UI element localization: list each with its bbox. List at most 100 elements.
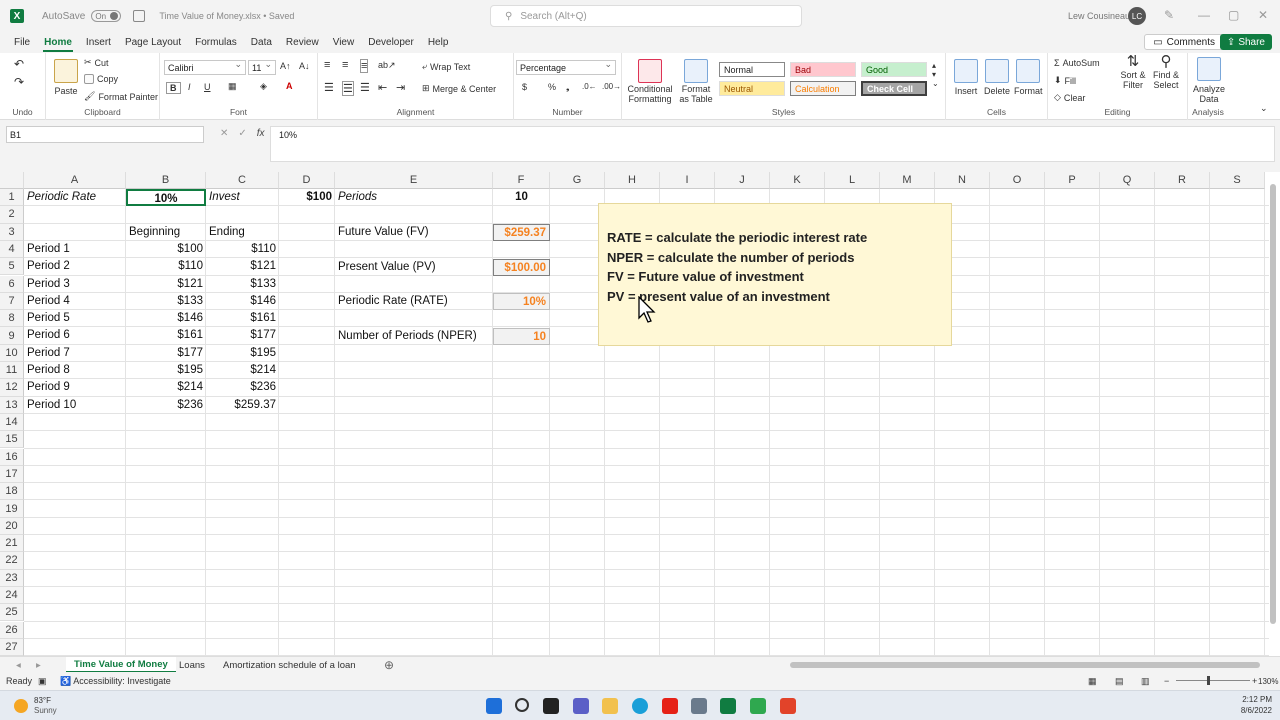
style-good[interactable]: Good bbox=[861, 62, 927, 77]
maximize-icon[interactable]: ▢ bbox=[1228, 8, 1239, 22]
number-format-select[interactable]: Percentage bbox=[516, 59, 616, 75]
select-all-corner[interactable] bbox=[0, 172, 24, 189]
windows-start-icon[interactable] bbox=[486, 698, 502, 714]
period-label[interactable]: Period 10 bbox=[24, 397, 126, 414]
period-beginning[interactable]: $146 bbox=[126, 310, 206, 327]
row-header-8[interactable]: 8 bbox=[0, 310, 24, 328]
page-break-view-icon[interactable]: ▥ bbox=[1141, 676, 1150, 687]
column-header-r[interactable]: R bbox=[1155, 172, 1210, 189]
fill-color-icon[interactable]: ◈ bbox=[260, 81, 267, 92]
vertical-scrollbar[interactable] bbox=[1270, 184, 1276, 624]
style-check-cell[interactable]: Check Cell bbox=[861, 81, 927, 96]
align-bottom-icon[interactable]: ≡ bbox=[360, 59, 369, 73]
align-right-icon[interactable]: ☰ bbox=[360, 81, 370, 94]
cell-nper-label[interactable]: Number of Periods (NPER) bbox=[335, 328, 493, 345]
column-header-e[interactable]: E bbox=[335, 172, 493, 189]
period-ending[interactable]: $133 bbox=[206, 276, 279, 293]
youtube-icon[interactable] bbox=[662, 698, 678, 714]
column-header-g[interactable]: G bbox=[550, 172, 605, 189]
prev-sheet-icon[interactable]: ◂ bbox=[8, 657, 29, 673]
add-sheet-icon[interactable]: ⊕ bbox=[376, 657, 402, 673]
italic-button[interactable]: I bbox=[188, 82, 191, 92]
cell-f1[interactable]: 10 bbox=[493, 189, 550, 206]
autosave-toggle[interactable]: On bbox=[91, 10, 122, 22]
tab-home[interactable]: Home bbox=[37, 32, 79, 52]
share-button[interactable]: ⇪ Share bbox=[1219, 34, 1272, 50]
row-header-16[interactable]: 16 bbox=[0, 448, 24, 466]
period-beginning[interactable]: $177 bbox=[126, 345, 206, 362]
sort-filter-button[interactable]: ⇅ Sort & Filter bbox=[1118, 54, 1148, 90]
cut-button[interactable]: ✂ Cut bbox=[84, 57, 109, 68]
row-header-11[interactable]: 11 bbox=[0, 362, 24, 380]
edge-icon[interactable] bbox=[632, 698, 648, 714]
name-box[interactable]: B1 bbox=[6, 126, 204, 143]
increase-indent-icon[interactable]: ⇥ bbox=[396, 81, 405, 94]
row-header-1[interactable]: 1 bbox=[0, 189, 24, 207]
comments-button[interactable]: ▭ Comments bbox=[1144, 34, 1224, 50]
normal-view-icon[interactable]: ▦ bbox=[1088, 676, 1097, 687]
underline-button[interactable]: U bbox=[204, 82, 211, 92]
fx-icon[interactable]: fx bbox=[257, 128, 265, 139]
camtasia-icon[interactable] bbox=[750, 698, 766, 714]
cell-c1[interactable]: Invest bbox=[206, 189, 279, 206]
tab-review[interactable]: Review bbox=[279, 32, 326, 52]
row-header-4[interactable]: 4 bbox=[0, 240, 24, 259]
pen-icon[interactable]: ✎ bbox=[1164, 8, 1174, 22]
style-normal[interactable]: Normal bbox=[719, 62, 785, 77]
column-header-a[interactable]: A bbox=[24, 172, 126, 189]
column-header-f[interactable]: F bbox=[493, 172, 550, 189]
style-neutral[interactable]: Neutral bbox=[719, 81, 785, 96]
row-header-21[interactable]: 21 bbox=[0, 535, 24, 553]
cell-rate-value[interactable]: 10% bbox=[493, 293, 550, 310]
cell-c3[interactable]: Ending bbox=[206, 224, 279, 241]
row-header-19[interactable]: 19 bbox=[0, 500, 24, 518]
clock-time[interactable]: 2:12 PM bbox=[1236, 695, 1272, 704]
row-header-18[interactable]: 18 bbox=[0, 483, 24, 501]
page-layout-view-icon[interactable]: ▤ bbox=[1115, 676, 1124, 687]
bold-button[interactable]: B bbox=[166, 82, 181, 94]
task-view-icon[interactable] bbox=[543, 698, 559, 714]
period-beginning[interactable]: $195 bbox=[126, 362, 206, 379]
row-header-25[interactable]: 25 bbox=[0, 604, 24, 622]
tab-insert[interactable]: Insert bbox=[79, 32, 118, 52]
tab-help[interactable]: Help bbox=[421, 32, 456, 52]
undo-icon[interactable]: ↶ bbox=[14, 57, 24, 71]
row-header-14[interactable]: 14 bbox=[0, 413, 24, 432]
enter-icon[interactable]: ✓ bbox=[238, 128, 246, 139]
merge-center-button[interactable]: ⊞ Merge & Center bbox=[422, 83, 496, 94]
period-beginning[interactable]: $214 bbox=[126, 379, 206, 396]
sheet-tab-time-value[interactable]: Time Value of Money bbox=[66, 657, 176, 673]
percent-icon[interactable]: % bbox=[548, 82, 556, 92]
period-ending[interactable]: $121 bbox=[206, 258, 279, 275]
recorder-icon[interactable] bbox=[780, 698, 796, 714]
period-label[interactable]: Period 5 bbox=[24, 310, 126, 327]
copy-button[interactable]: Copy bbox=[84, 74, 118, 84]
row-header-13[interactable]: 13 bbox=[0, 396, 24, 414]
align-left-icon[interactable]: ☰ bbox=[324, 81, 334, 94]
format-as-table-button[interactable]: Format as Table bbox=[676, 59, 716, 104]
shrink-font-icon[interactable]: A↓ bbox=[299, 61, 310, 71]
tab-data[interactable]: Data bbox=[244, 32, 279, 52]
tab-view[interactable]: View bbox=[326, 32, 362, 52]
column-header-q[interactable]: Q bbox=[1100, 172, 1155, 189]
period-beginning[interactable]: $100 bbox=[126, 241, 206, 258]
cell-nper-value[interactable]: 10 bbox=[493, 328, 550, 345]
zoom-slider[interactable] bbox=[1176, 680, 1250, 681]
row-header-7[interactable]: 7 bbox=[0, 292, 24, 311]
cell-a1[interactable]: Periodic Rate bbox=[24, 189, 126, 206]
orientation-icon[interactable]: ab↗ bbox=[378, 60, 396, 71]
period-label[interactable]: Period 4 bbox=[24, 293, 126, 310]
worksheet-grid[interactable]: ABCDEFGHIJKLMNOPQRS 1 2 3 4 5 6 7 8 9 10 11 12 13 14 1… bbox=[0, 172, 1280, 656]
row-header-20[interactable]: 20 bbox=[0, 517, 24, 535]
row-header-23[interactable]: 23 bbox=[0, 569, 24, 587]
row-header-6[interactable]: 6 bbox=[0, 275, 24, 293]
column-header-i[interactable]: I bbox=[660, 172, 715, 189]
analyze-data-button[interactable]: Analyze Data bbox=[1192, 57, 1226, 104]
align-center-icon[interactable]: ☰ bbox=[342, 81, 354, 96]
ribbon-collapse-icon[interactable]: ⌄ bbox=[1260, 103, 1268, 114]
period-label[interactable]: Period 3 bbox=[24, 276, 126, 293]
zoom-slider-thumb[interactable] bbox=[1207, 676, 1210, 685]
decrease-indent-icon[interactable]: ⇤ bbox=[378, 81, 387, 94]
period-ending[interactable]: $259.37 bbox=[206, 397, 279, 414]
period-beginning[interactable]: $121 bbox=[126, 276, 206, 293]
